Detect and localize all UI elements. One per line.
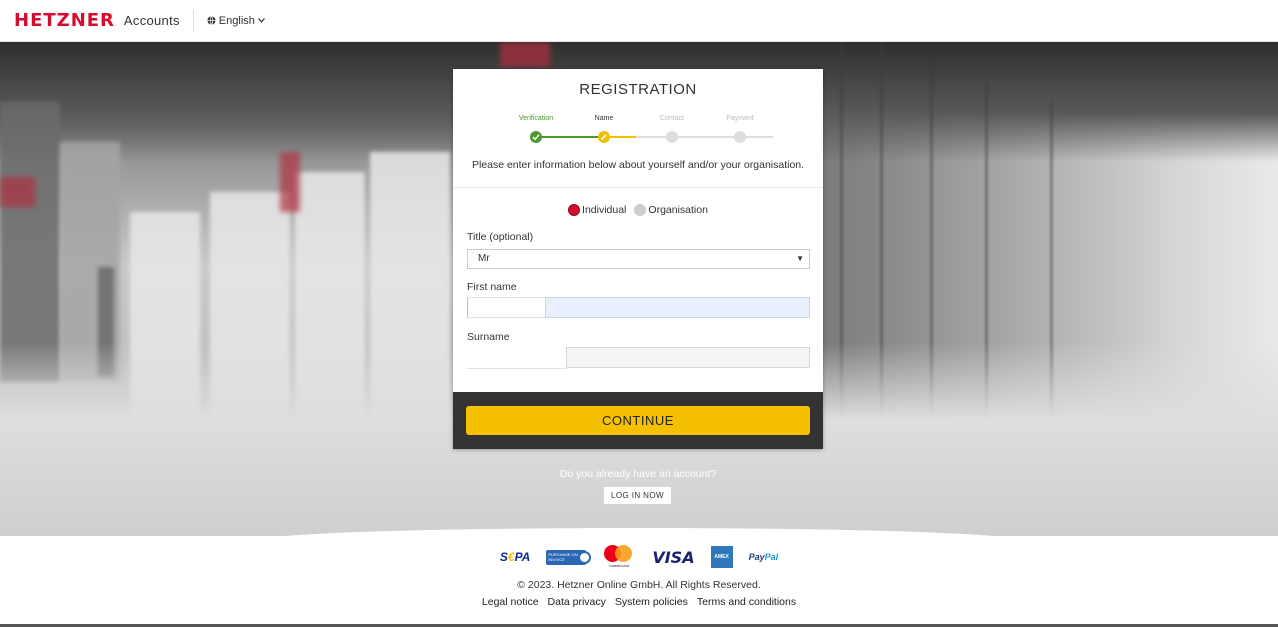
first-name-field-left: [467, 297, 546, 318]
step-connector: [636, 136, 773, 138]
legal-notice-link[interactable]: Legal notice: [482, 596, 539, 608]
step-label-verification: Verification: [518, 115, 554, 122]
check-circle-icon: [578, 550, 592, 564]
amex-logo: AMEX: [710, 546, 733, 568]
globe-icon: [207, 16, 216, 25]
language-selector[interactable]: English: [207, 15, 268, 27]
pencil-icon: [600, 134, 607, 141]
first-name-label: First name: [467, 281, 517, 293]
step-contact-dot: [666, 131, 678, 143]
copyright-text: © 2023. Hetzner Online GmbH. All Rights …: [517, 579, 761, 591]
header-divider: [192, 9, 194, 32]
radio-unselected-icon: [634, 204, 647, 216]
top-header: HETZNER Accounts English: [0, 0, 1278, 42]
radio-selected-icon: [568, 204, 581, 216]
terms-link[interactable]: Terms and conditions: [697, 596, 796, 608]
progress-steps: Verification Name Contact Payment: [503, 115, 773, 145]
surname-field-underline: [467, 368, 567, 369]
step-payment-dot: [734, 131, 746, 143]
registration-title: REGISTRATION: [579, 81, 697, 98]
data-privacy-link[interactable]: Data privacy: [548, 596, 606, 608]
radio-organisation-label: Organisation: [648, 204, 708, 216]
first-name-input[interactable]: [545, 297, 810, 318]
radio-individual[interactable]: Individual: [568, 204, 626, 216]
language-label: English: [218, 14, 255, 27]
step-label-payment: Payment: [726, 115, 754, 122]
surname-label: Surname: [467, 331, 510, 343]
chevron-down-icon: [257, 18, 265, 23]
continue-button[interactable]: CONTINUE: [466, 406, 810, 435]
account-type-radio-group: Individual Organisation: [453, 204, 823, 216]
title-label: Title (optional): [467, 231, 534, 243]
title-select-value: Mr: [478, 253, 490, 264]
system-policies-link[interactable]: System policies: [615, 596, 688, 608]
existing-account-text: Do you already have an account?: [559, 468, 717, 480]
step-label-contact: Contact: [659, 115, 685, 122]
app-name: Accounts: [123, 13, 180, 28]
title-select[interactable]: Mr ▼: [467, 249, 810, 269]
hetzner-logo[interactable]: HETZNER: [14, 10, 115, 31]
step-name-dot: [598, 131, 610, 143]
mastercard-logo: mastercard: [602, 545, 636, 569]
registration-card: REGISTRATION Verification Name Contact P…: [453, 69, 823, 449]
caret-down-icon: ▼: [796, 254, 804, 263]
visa-logo: VISA: [652, 547, 695, 567]
step-label-name: Name: [594, 115, 614, 122]
surname-input[interactable]: [566, 347, 810, 368]
step-verification-dot: [530, 131, 542, 143]
payment-methods: S € PA PURCHASE ON INVOICE mastercard VISA…: [0, 545, 1278, 569]
paypal-logo: Pay Pal: [748, 552, 779, 562]
step-connector: [536, 136, 604, 138]
intro-text: Please enter information below about you…: [471, 159, 805, 171]
check-icon: [532, 134, 540, 141]
purchase-on-invoice-logo: PURCHASE ON INVOICE: [546, 549, 592, 565]
footer-links: Legal notice Data privacy System policie…: [0, 596, 1278, 608]
card-divider: [453, 187, 823, 188]
card-action-bar: CONTINUE: [453, 392, 823, 449]
login-now-button[interactable]: LOG IN NOW: [604, 487, 671, 504]
radio-organisation[interactable]: Organisation: [634, 204, 708, 216]
sepa-logo: S € PA: [499, 550, 531, 564]
radio-individual-label: Individual: [582, 204, 627, 216]
